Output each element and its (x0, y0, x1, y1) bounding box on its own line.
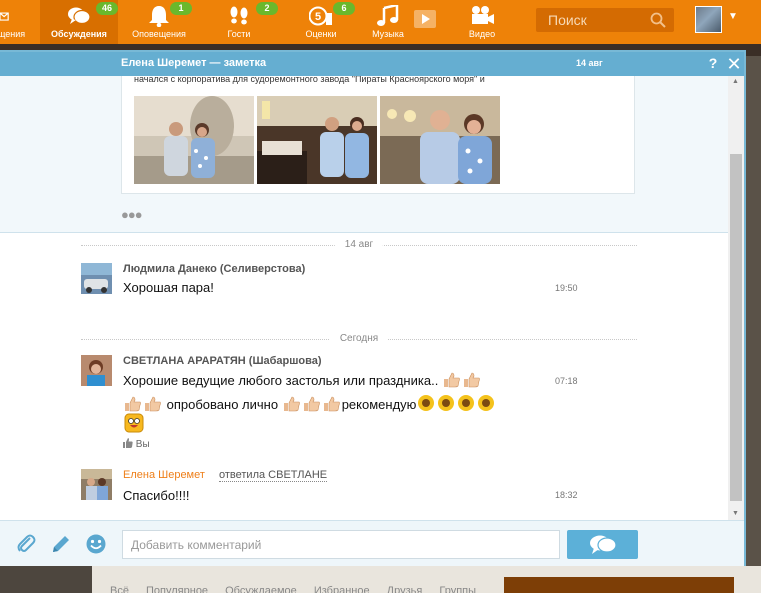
smiley-icon[interactable] (85, 533, 107, 555)
nav-ratings[interactable]: 5 6 Оценки (291, 0, 355, 44)
nav-messages[interactable]: щения (0, 0, 38, 44)
thumbs-up-icon (283, 396, 300, 412)
comment-time: 07:18 (555, 376, 578, 386)
nav-guests-label: Гости (227, 29, 251, 39)
comment-time: 18:32 (555, 490, 578, 500)
avatar[interactable] (81, 263, 112, 294)
comment-author[interactable]: Елена Шеремет (123, 469, 205, 481)
pencil-icon[interactable] (50, 533, 72, 555)
note-photo-1[interactable] (134, 96, 254, 184)
nav-notifications-label: Оповещения (132, 29, 186, 39)
scroll-up-arrow[interactable]: ▲ (732, 78, 739, 85)
comment-text: Спасибо!!!! (123, 488, 190, 503)
note-card: начался с корпоратива для судоремонтного… (121, 76, 635, 194)
video-icon (472, 6, 494, 24)
background-promo (504, 577, 734, 593)
note-photo-2[interactable] (257, 96, 377, 184)
play-icon (414, 10, 436, 28)
search-box (536, 8, 674, 32)
scrollbar[interactable]: ▲ ▼ (728, 76, 744, 520)
scroll-thumb[interactable] (730, 154, 742, 501)
thumbs-up-icon (125, 396, 141, 412)
comment-item: СВЕТЛАНА АРАРАТЯН (Шабаршова) Хорошие ве… (81, 355, 601, 455)
nav-video[interactable]: Видео (456, 0, 508, 44)
comment-composer (0, 520, 744, 566)
nav-music-label: Музыка (372, 29, 404, 39)
date-separator: Сегодня (81, 333, 637, 345)
photo-image (134, 96, 254, 184)
background-feed-tabs: Всё Популярное Обсуждаемое Избранное Дру… (110, 585, 477, 593)
dots-icon[interactable]: ●●● (121, 207, 143, 222)
comment-item: Елена Шеремет ответила СВЕТЛАНЕ Спасибо!… (81, 469, 601, 509)
nav-notifications[interactable]: 1 Оповещения (125, 0, 193, 44)
date-separator: 14 авг (81, 239, 637, 251)
top-navigation-bar: щения 46 Обсуждения 1 Оповещения 2 Гости (0, 0, 761, 44)
comment-text-line-2: опробовано лично рекомендую (123, 394, 496, 412)
note-text: начался с корпоратива для судоремонтного… (134, 76, 485, 84)
sunflower-icon (418, 395, 435, 411)
help-button[interactable]: ? (705, 55, 721, 73)
sunflower-icon (458, 395, 475, 411)
thumbs-up-icon (303, 396, 320, 412)
note-modal: Елена Шеремет — заметка 14 авг ? ✕ начал… (0, 50, 746, 566)
like-indicator[interactable]: Вы (123, 438, 150, 450)
note-content-area: начался с корпоратива для судоремонтного… (0, 76, 728, 233)
nav-discussions[interactable]: 46 Обсуждения (40, 0, 118, 44)
like-icon (123, 438, 133, 448)
comment-input[interactable] (122, 530, 560, 559)
discussions-badge: 46 (96, 2, 118, 15)
nav-guests[interactable]: 2 Гости (209, 0, 278, 44)
bell-icon (149, 6, 169, 27)
chat-icon (68, 7, 91, 25)
thumbs-up-icon (443, 372, 460, 388)
laughing-smiley-icon (124, 413, 144, 433)
modal-title: Елена Шеремет — заметка (121, 57, 267, 69)
thumbs-up-icon (145, 396, 161, 412)
nav-video-label: Видео (468, 29, 496, 39)
modal-header: Елена Шеремет — заметка 14 авг ? ✕ (0, 52, 744, 76)
nav-ratings-label: Оценки (305, 29, 337, 39)
close-button[interactable]: ✕ (725, 54, 743, 74)
note-photo-3[interactable] (380, 96, 500, 184)
sunflower-icon (438, 395, 455, 411)
photo-image (257, 96, 377, 184)
chevron-down-icon[interactable]: ▼ (728, 11, 738, 22)
music-icon (377, 5, 399, 26)
nav-music[interactable]: Музыка (362, 0, 414, 44)
photo-image (380, 96, 500, 184)
envelope-icon (0, 12, 9, 21)
search-icon[interactable] (650, 12, 666, 28)
ratings-badge: 6 (333, 2, 355, 15)
search-input[interactable] (536, 8, 648, 32)
thumbs-up-icon (323, 396, 340, 412)
scroll-down-arrow[interactable]: ▼ (732, 510, 739, 517)
user-avatar[interactable] (695, 6, 722, 33)
comment-author[interactable]: Людмила Данеко (Селиверстова) (123, 263, 305, 275)
nav-messages-label: щения (0, 29, 26, 39)
send-button[interactable] (567, 530, 638, 559)
comment-text: Хорошая пара! (123, 280, 214, 295)
comment-item: Людмила Данеко (Селиверстова) Хорошая па… (81, 263, 601, 323)
comments-list: 14 авг Людмила Данеко (Селиверстова) Хор… (0, 234, 728, 520)
send-icon (590, 535, 617, 554)
svg-text:5: 5 (315, 11, 321, 23)
background-page-footer: Всё Популярное Обсуждаемое Избранное Дру… (0, 566, 761, 593)
avatar[interactable] (81, 469, 112, 500)
sunflower-icon (478, 395, 495, 411)
reply-to-link[interactable]: ответила СВЕТЛАНЕ (219, 469, 328, 482)
footprints-icon (230, 6, 248, 25)
thumbs-up-icon (463, 372, 480, 388)
nav-discussions-label: Обсуждения (51, 29, 107, 39)
attach-icon[interactable] (15, 533, 37, 555)
comment-text: Хорошие ведущие любого застолья или праз… (123, 372, 482, 388)
avatar[interactable] (81, 355, 112, 386)
rating-icon: 5 (309, 6, 332, 26)
comment-time: 19:50 (555, 283, 578, 293)
notifications-badge: 1 (170, 2, 192, 15)
comment-author[interactable]: СВЕТЛАНА АРАРАТЯН (Шабаршова) (123, 355, 322, 367)
guests-badge: 2 (256, 2, 278, 15)
music-play-button[interactable] (412, 0, 438, 44)
modal-date: 14 авг (576, 58, 603, 68)
